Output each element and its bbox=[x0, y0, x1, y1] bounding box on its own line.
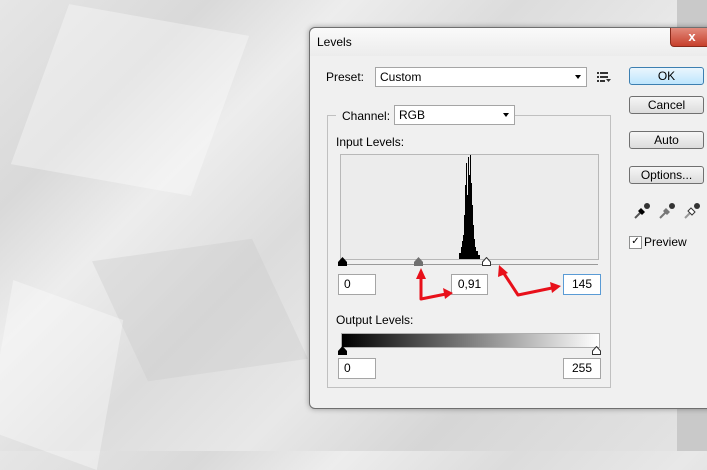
ok-button-label: OK bbox=[657, 69, 676, 83]
black-point-slider[interactable] bbox=[338, 257, 347, 266]
input-slider-track bbox=[342, 264, 598, 265]
output-black-field[interactable]: 0 bbox=[338, 358, 376, 379]
cancel-button[interactable]: Cancel bbox=[629, 96, 704, 114]
input-gamma-field[interactable]: 0,91 bbox=[451, 274, 488, 295]
background-facet bbox=[10, 4, 250, 196]
close-icon: x bbox=[688, 29, 696, 44]
black-eyedropper-icon[interactable] bbox=[633, 202, 651, 220]
input-black-value: 0 bbox=[344, 277, 351, 291]
checkmark-icon: ✓ bbox=[631, 236, 640, 247]
input-gamma-value: 0,91 bbox=[457, 277, 482, 291]
channel-label: Channel: bbox=[336, 109, 395, 123]
input-black-field[interactable]: 0 bbox=[338, 274, 376, 295]
output-black-slider[interactable] bbox=[338, 346, 347, 355]
gray-eyedropper-icon[interactable] bbox=[658, 202, 676, 220]
histogram bbox=[340, 154, 599, 260]
input-white-field[interactable]: 145 bbox=[563, 274, 601, 295]
title-bar[interactable]: Levels x bbox=[310, 28, 707, 56]
auto-button-label: Auto bbox=[654, 133, 679, 147]
gamma-slider[interactable] bbox=[414, 257, 423, 266]
output-white-field[interactable]: 255 bbox=[563, 358, 601, 379]
auto-button[interactable]: Auto bbox=[629, 131, 704, 149]
close-button[interactable]: x bbox=[670, 28, 707, 47]
chevron-down-icon bbox=[503, 113, 509, 117]
preset-label: Preset: bbox=[326, 70, 365, 84]
ok-button[interactable]: OK bbox=[629, 67, 704, 85]
output-gradient-bar bbox=[341, 333, 600, 348]
input-white-value: 145 bbox=[571, 277, 593, 291]
white-point-slider[interactable] bbox=[482, 257, 491, 266]
preset-options-icon[interactable] bbox=[597, 71, 611, 83]
preview-checkbox[interactable]: ✓ bbox=[629, 236, 642, 249]
options-button[interactable]: Options... bbox=[629, 166, 704, 184]
histogram-graph bbox=[459, 155, 480, 259]
input-levels-label: Input Levels: bbox=[336, 135, 405, 149]
preview-label: Preview bbox=[644, 235, 687, 249]
channel-select[interactable]: RGB bbox=[394, 105, 515, 125]
options-button-label: Options... bbox=[640, 168, 693, 182]
output-levels-label: Output Levels: bbox=[336, 313, 414, 327]
background-facet bbox=[0, 279, 124, 470]
chevron-down-icon bbox=[575, 75, 581, 79]
channel-value: RGB bbox=[399, 108, 426, 122]
levels-dialog: Levels x Preset: Custom Channel: RGB Inp… bbox=[309, 27, 707, 409]
output-white-slider[interactable] bbox=[592, 346, 601, 355]
output-white-value: 255 bbox=[571, 361, 593, 375]
output-black-value: 0 bbox=[344, 361, 351, 375]
white-eyedropper-icon[interactable] bbox=[683, 202, 701, 220]
preset-select[interactable]: Custom bbox=[375, 67, 587, 87]
preset-value: Custom bbox=[380, 70, 422, 84]
background-facet bbox=[92, 238, 308, 382]
dialog-title: Levels bbox=[317, 35, 352, 49]
cancel-button-label: Cancel bbox=[647, 98, 686, 112]
